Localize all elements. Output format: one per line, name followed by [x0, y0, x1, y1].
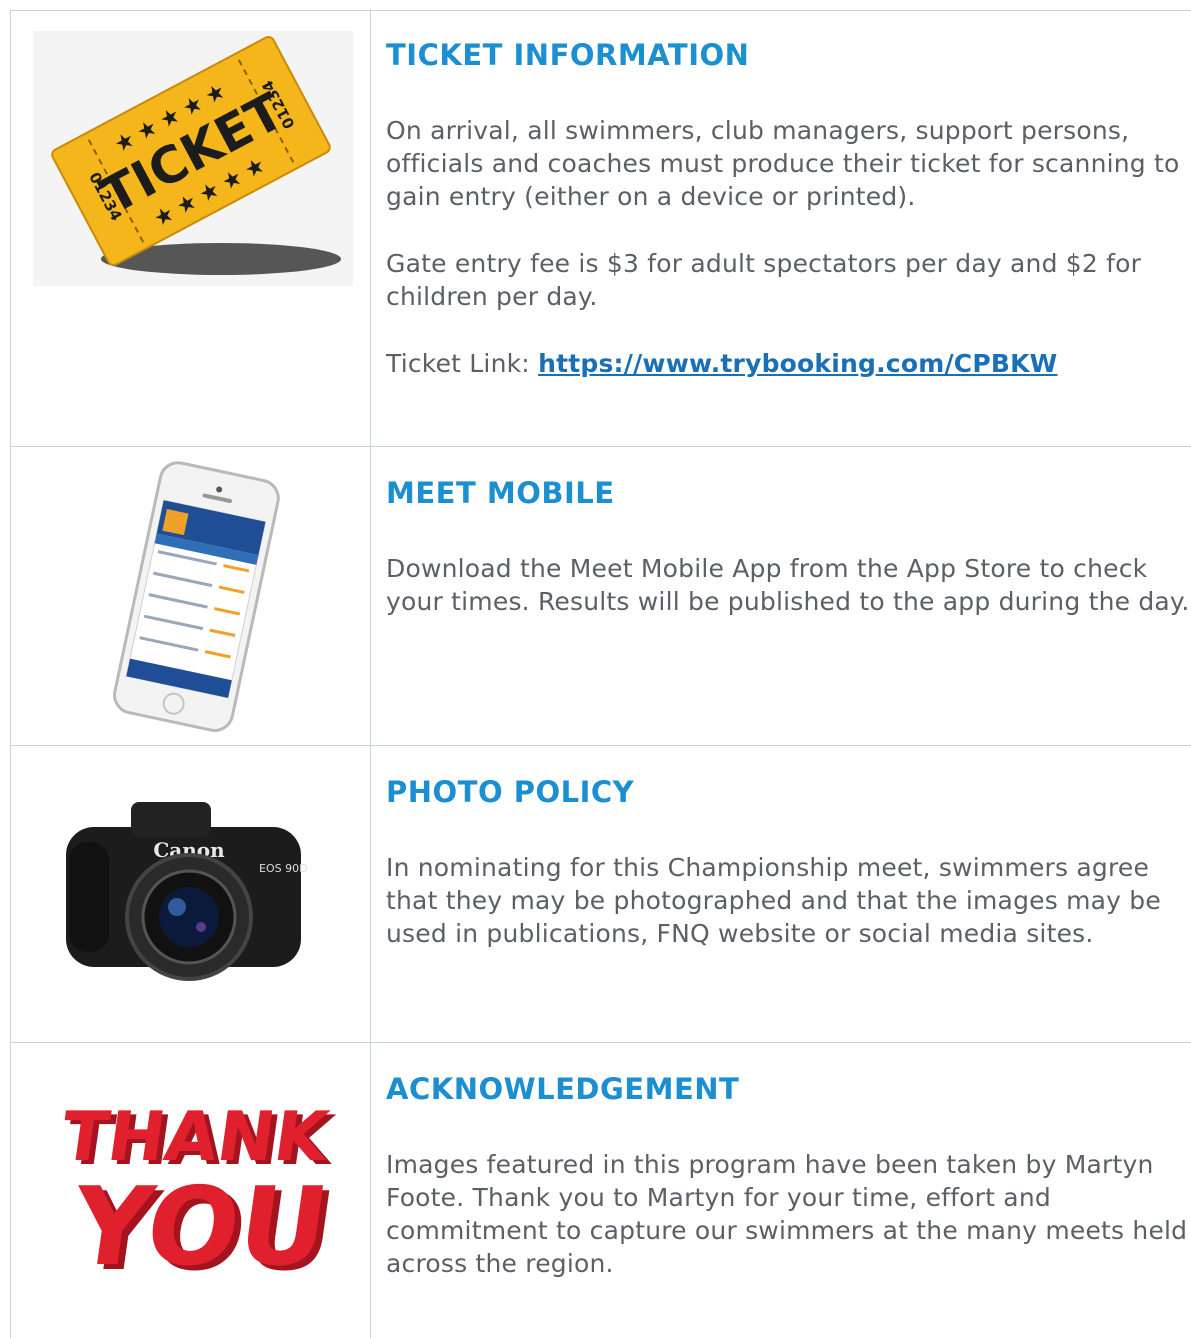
thank-you-icon: THANK THANK YOU YOU: [56, 1098, 342, 1295]
ticket-link[interactable]: https://www.trybooking.com/CPBKW: [538, 349, 1057, 378]
section-acknowledgement: THANK THANK YOU YOU ACKNOWLEDGEMENT Imag…: [10, 1043, 1191, 1338]
ticket-icon: TICKET ★★★★★ ★★★★★ 01234 01234: [33, 31, 353, 286]
section-title: PHOTO POLICY: [386, 775, 635, 809]
section-title: MEET MOBILE: [386, 476, 615, 510]
ticket-paragraph-1: On arrival, all swimmers, club managers,…: [386, 116, 1180, 211]
photo-policy-paragraph: In nominating for this Championship meet…: [386, 853, 1161, 948]
ticket-text-cell: TICKET INFORMATION On arrival, all swimm…: [386, 38, 1191, 380]
camera-image-cell: Canon EOS 90D: [11, 747, 370, 1043]
meet-mobile-paragraph: Download the Meet Mobile App from the Ap…: [386, 554, 1190, 616]
ticket-image-cell: TICKET ★★★★★ ★★★★★ 01234 01234: [11, 11, 370, 447]
ticket-paragraph-2: Gate entry fee is $3 for adult spectator…: [386, 249, 1142, 311]
info-table: TICKET ★★★★★ ★★★★★ 01234 01234 TICKET IN…: [10, 10, 1191, 1338]
thank-you-image-cell: THANK THANK YOU YOU: [11, 1044, 370, 1338]
camera-model: EOS 90D: [259, 862, 308, 875]
acknowledgement-paragraph: Images featured in this program have bee…: [386, 1150, 1188, 1278]
section-title: ACKNOWLEDGEMENT: [386, 1072, 740, 1106]
ticket-link-line: Ticket Link: https://www.trybooking.com/…: [386, 347, 1191, 380]
section-photo-policy: Canon EOS 90D PHOTO POLICY In nominating…: [10, 746, 1191, 1043]
meet-mobile-text-cell: MEET MOBILE Download the Meet Mobile App…: [386, 476, 1191, 618]
ticket-link-label: Ticket Link:: [386, 349, 539, 378]
acknowledgement-text-cell: ACKNOWLEDGEMENT Images featured in this …: [386, 1072, 1191, 1280]
photo-policy-text-cell: PHOTO POLICY In nominating for this Cham…: [386, 775, 1191, 950]
section-title: TICKET INFORMATION: [386, 38, 750, 72]
section-meet-mobile: MEET MOBILE Download the Meet Mobile App…: [10, 447, 1191, 746]
camera-icon: Canon EOS 90D: [66, 802, 308, 981]
you-text: YOU: [62, 1163, 336, 1289]
section-ticket-information: TICKET ★★★★★ ★★★★★ 01234 01234 TICKET IN…: [10, 10, 1191, 447]
phone-image-cell: [11, 448, 370, 746]
smartphone-icon: [113, 461, 280, 732]
